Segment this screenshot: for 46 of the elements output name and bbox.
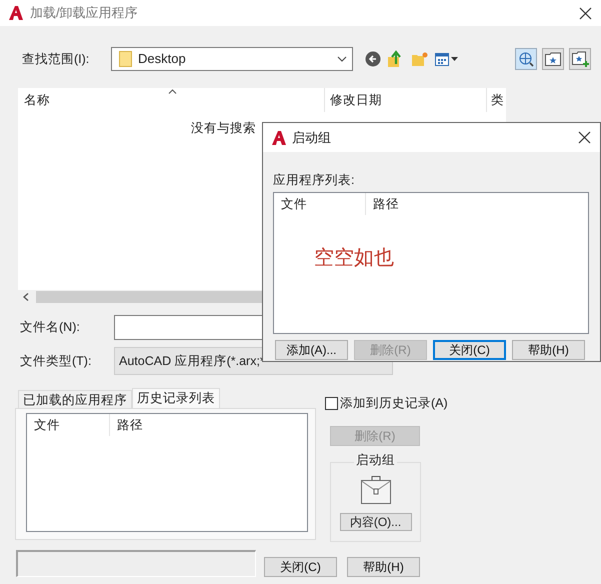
checkbox-label: 添加到历史记录(A) [340,395,448,412]
contents-button[interactable]: 内容(O)... [340,512,412,531]
app-logo-icon [8,5,24,21]
caret-icon [451,57,458,61]
app-logo-icon [271,130,287,146]
dialog-button[interactable]: 帮助(H) [347,556,420,577]
dialog-button[interactable]: 添加(A)... [275,340,348,360]
file-type-label: 文件类型(T): [20,352,92,370]
column-header[interactable]: 修改日期 [325,88,487,112]
tab[interactable]: 已加载的应用程序 [18,390,132,408]
favorites-button[interactable] [542,48,564,70]
dialog-button[interactable]: 帮助(H) [512,340,585,360]
empty-message: 没有与搜索 [191,121,256,135]
look-in-label: 查找范围(I): [22,50,90,68]
folder-star-icon [545,52,561,66]
briefcase-icon [360,476,390,504]
dialog-title: 启动组 [292,128,331,147]
view-menu-button[interactable] [435,52,458,66]
column-header[interactable]: 类 [487,88,506,112]
folder-icon [119,51,132,67]
list-label: 应用程序列表: [273,172,356,188]
column-header[interactable]: 文件 [27,414,110,436]
close-icon[interactable] [578,131,591,144]
checkbox[interactable] [325,396,338,410]
file-name-label: 文件名(N): [20,319,81,336]
add-favorite-button[interactable] [569,48,591,70]
column-header[interactable]: 路径 [110,414,303,436]
close-icon[interactable] [579,6,592,20]
look-in-value: Desktop [138,50,186,68]
dialog-button[interactable]: 关闭(C) [264,556,337,577]
dialog-button[interactable]: 关闭(C) [433,340,506,360]
scroll-left-icon[interactable] [23,292,29,300]
chevron-down-icon [337,56,347,62]
look-in-dropdown[interactable]: Desktop [111,47,353,71]
globe-search-button[interactable] [515,48,537,70]
annotation-text: 空空如也 [314,247,394,269]
folder-plus-icon [572,51,588,67]
tab[interactable]: 历史记录列表 [132,388,220,408]
column-header[interactable]: 名称 [18,88,325,112]
column-header[interactable]: 路径 [366,193,586,215]
column-header[interactable]: 文件 [274,193,366,215]
globe-icon [518,52,534,66]
sort-caret-icon [168,89,177,94]
window-title: 加载/卸载应用程序 [30,4,138,22]
grid-view-icon [435,52,449,66]
group-title: 启动组 [354,454,397,466]
